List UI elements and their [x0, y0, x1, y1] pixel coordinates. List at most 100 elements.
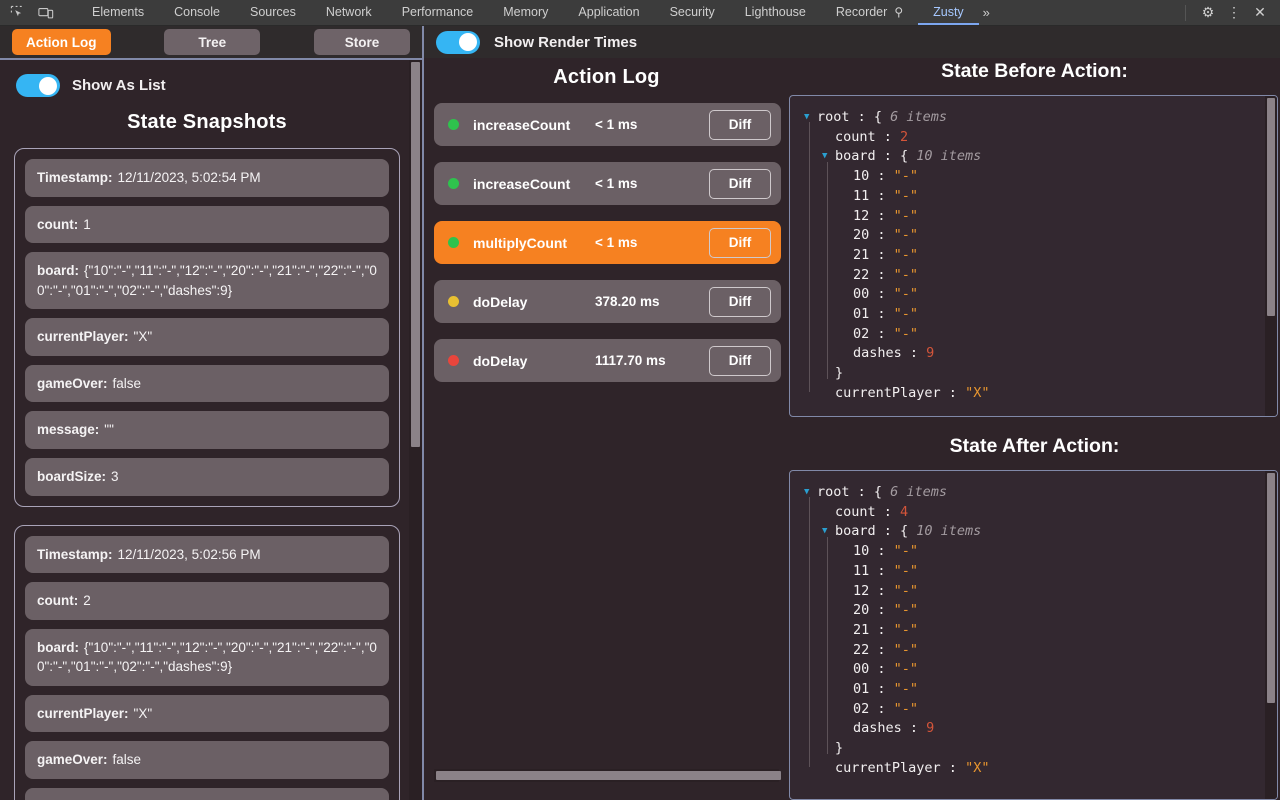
- flask-icon: ⚲: [894, 4, 904, 19]
- snapshot-card[interactable]: Timestamp: 12/11/2023, 5:02:56 PM count: 2 b…: [14, 524, 400, 800]
- snapshot-field-row: currentPlayer: "X": [25, 318, 389, 356]
- snapshot-field-key: gameOver:: [37, 375, 108, 391]
- tab-elements[interactable]: Elements: [77, 0, 159, 25]
- devtools-tabs: Elements Console Sources Network Perform…: [77, 0, 1181, 25]
- tree-node: 20 : "-": [804, 601, 1277, 621]
- tab-action-log[interactable]: Action Log: [12, 29, 111, 55]
- tree-node: ▼ board : { 10 items: [804, 522, 1277, 542]
- snapshot-list: Timestamp: 12/11/2023, 5:02:54 PM count: 1 b…: [14, 148, 400, 800]
- state-after-scrollbar-track[interactable]: [1265, 471, 1277, 799]
- action-log-row[interactable]: multiplyCount < 1 ms Diff: [434, 221, 781, 264]
- snapshot-card[interactable]: Timestamp: 12/11/2023, 5:02:54 PM count: 1 b…: [14, 148, 400, 507]
- snapshots-scrollbar-thumb[interactable]: [411, 62, 420, 447]
- tree-node: dashes : 9: [804, 719, 1277, 739]
- tab-sources[interactable]: Sources: [235, 0, 311, 25]
- tree-node-key: 22: [853, 266, 870, 283]
- tree-node-number-value: 2: [900, 128, 909, 145]
- state-before-tree-box: ▼ root : { 6 items count : 2 ▼ board : { 10 …: [789, 95, 1278, 417]
- tab-zusty[interactable]: Zusty: [918, 0, 979, 25]
- show-render-times-toggle[interactable]: [436, 30, 480, 54]
- snapshot-field-key: count:: [37, 216, 79, 232]
- tree-node-punctuation: :: [869, 661, 894, 678]
- tree-node-key: 10: [853, 168, 870, 185]
- snapshot-field-row: count: 2: [25, 582, 389, 620]
- tree-node-item-count: 6 items: [882, 484, 948, 500]
- chevron-down-icon[interactable]: ▼: [822, 522, 835, 542]
- state-before-scrollbar-track[interactable]: [1265, 96, 1277, 416]
- inspect-element-icon[interactable]: [6, 3, 28, 23]
- tree-node-number-value: 9: [926, 720, 935, 737]
- show-as-list-toggle[interactable]: [16, 74, 60, 97]
- tree-node: 20 : "-": [804, 226, 1277, 246]
- state-before-scrollbar-thumb[interactable]: [1267, 98, 1275, 316]
- tree-node-string-value: "-": [893, 207, 919, 224]
- snapshot-field-value: 1: [83, 216, 91, 232]
- action-log-row[interactable]: increaseCount < 1 ms Diff: [434, 162, 781, 205]
- tab-tree[interactable]: Tree: [164, 29, 261, 55]
- tree-indent-guide: [827, 162, 828, 379]
- tab-security[interactable]: Security: [655, 0, 730, 25]
- tree-node-string-value: "-": [893, 681, 919, 698]
- diff-button[interactable]: Diff: [709, 168, 771, 199]
- tree-node-number-value: 4: [900, 503, 909, 520]
- device-toolbar-icon[interactable]: [35, 3, 57, 23]
- tree-node-string-value: "-": [893, 661, 919, 678]
- state-before-tree: ▼ root : { 6 items count : 2 ▼ board : { 10 …: [790, 96, 1277, 416]
- tab-performance[interactable]: Performance: [387, 0, 489, 25]
- diff-button[interactable]: Diff: [709, 345, 771, 376]
- tree-node-string-value: "-": [893, 641, 919, 658]
- tree-node-string-value: "-": [893, 621, 919, 638]
- tree-node-string-value: "-": [893, 246, 919, 263]
- state-after-scrollbar-thumb[interactable]: [1267, 473, 1275, 703]
- zusty-tab-bar: Action Log Tree Store: [0, 26, 422, 60]
- diff-button[interactable]: Diff: [709, 227, 771, 258]
- devtools-tab-bar: Elements Console Sources Network Perform…: [0, 0, 1280, 26]
- chevron-down-icon[interactable]: ▼: [804, 483, 817, 503]
- tab-store[interactable]: Store: [314, 29, 410, 55]
- tree-node-key: 21: [853, 246, 870, 263]
- tree-node-string-value: "-": [893, 325, 919, 342]
- tree-node-punctuation: :: [875, 503, 901, 520]
- kebab-menu-icon[interactable]: ⋮: [1222, 2, 1246, 24]
- action-log-hscrollbar-thumb[interactable]: [436, 771, 781, 780]
- tab-recorder[interactable]: Recorder ⚲: [821, 0, 918, 25]
- tree-node-punctuation: :: [875, 128, 901, 145]
- tab-console[interactable]: Console: [159, 0, 235, 25]
- gear-icon[interactable]: ⚙: [1196, 2, 1220, 24]
- more-tabs-chevron-icon[interactable]: »: [979, 0, 999, 25]
- tree-node-key: 01: [853, 306, 870, 323]
- tab-application[interactable]: Application: [563, 0, 654, 25]
- tree-node-key: 02: [853, 325, 870, 342]
- tree-node-punctuation: :: [869, 168, 894, 185]
- tree-node-key: root: [817, 109, 850, 125]
- diff-button[interactable]: Diff: [709, 286, 771, 317]
- action-log-row[interactable]: doDelay 378.20 ms Diff: [434, 280, 781, 323]
- tree-node-key: 10: [853, 543, 870, 560]
- tree-node-string-value: "-": [893, 168, 919, 185]
- chevron-down-icon[interactable]: ▼: [804, 108, 817, 128]
- snapshot-field-value: false: [112, 375, 142, 391]
- show-as-list-label: Show As List: [72, 77, 166, 94]
- snapshots-scrollbar-track[interactable]: [409, 60, 422, 800]
- state-snapshots-panel: Action Log Tree Store Show As List State…: [0, 26, 424, 800]
- close-icon[interactable]: ✕: [1248, 2, 1272, 24]
- action-log-row[interactable]: doDelay 1117.70 ms Diff: [434, 339, 781, 382]
- state-before-title: State Before Action:: [941, 60, 1128, 82]
- snapshot-field-value: 2: [83, 593, 91, 609]
- tree-node: currentPlayer : "X": [804, 384, 1277, 404]
- tree-node: }: [804, 364, 1277, 384]
- action-log-row[interactable]: increaseCount < 1 ms Diff: [434, 103, 781, 146]
- tree-node: 02 : "-": [804, 700, 1277, 720]
- tab-lighthouse[interactable]: Lighthouse: [730, 0, 821, 25]
- snapshot-field-key: Timestamp:: [37, 546, 113, 562]
- tree-node-string-value: "-": [893, 582, 919, 599]
- chevron-down-icon[interactable]: ▼: [822, 147, 835, 167]
- action-name: multiplyCount: [473, 234, 568, 251]
- action-log-hscrollbar-track[interactable]: [434, 769, 781, 782]
- tab-memory[interactable]: Memory: [488, 0, 563, 25]
- tree-node-punctuation: : {: [849, 109, 883, 125]
- tree-node-number-value: 9: [926, 345, 935, 362]
- tab-network[interactable]: Network: [311, 0, 387, 25]
- tree-node-punctuation: :: [901, 345, 927, 362]
- diff-button[interactable]: Diff: [709, 109, 771, 140]
